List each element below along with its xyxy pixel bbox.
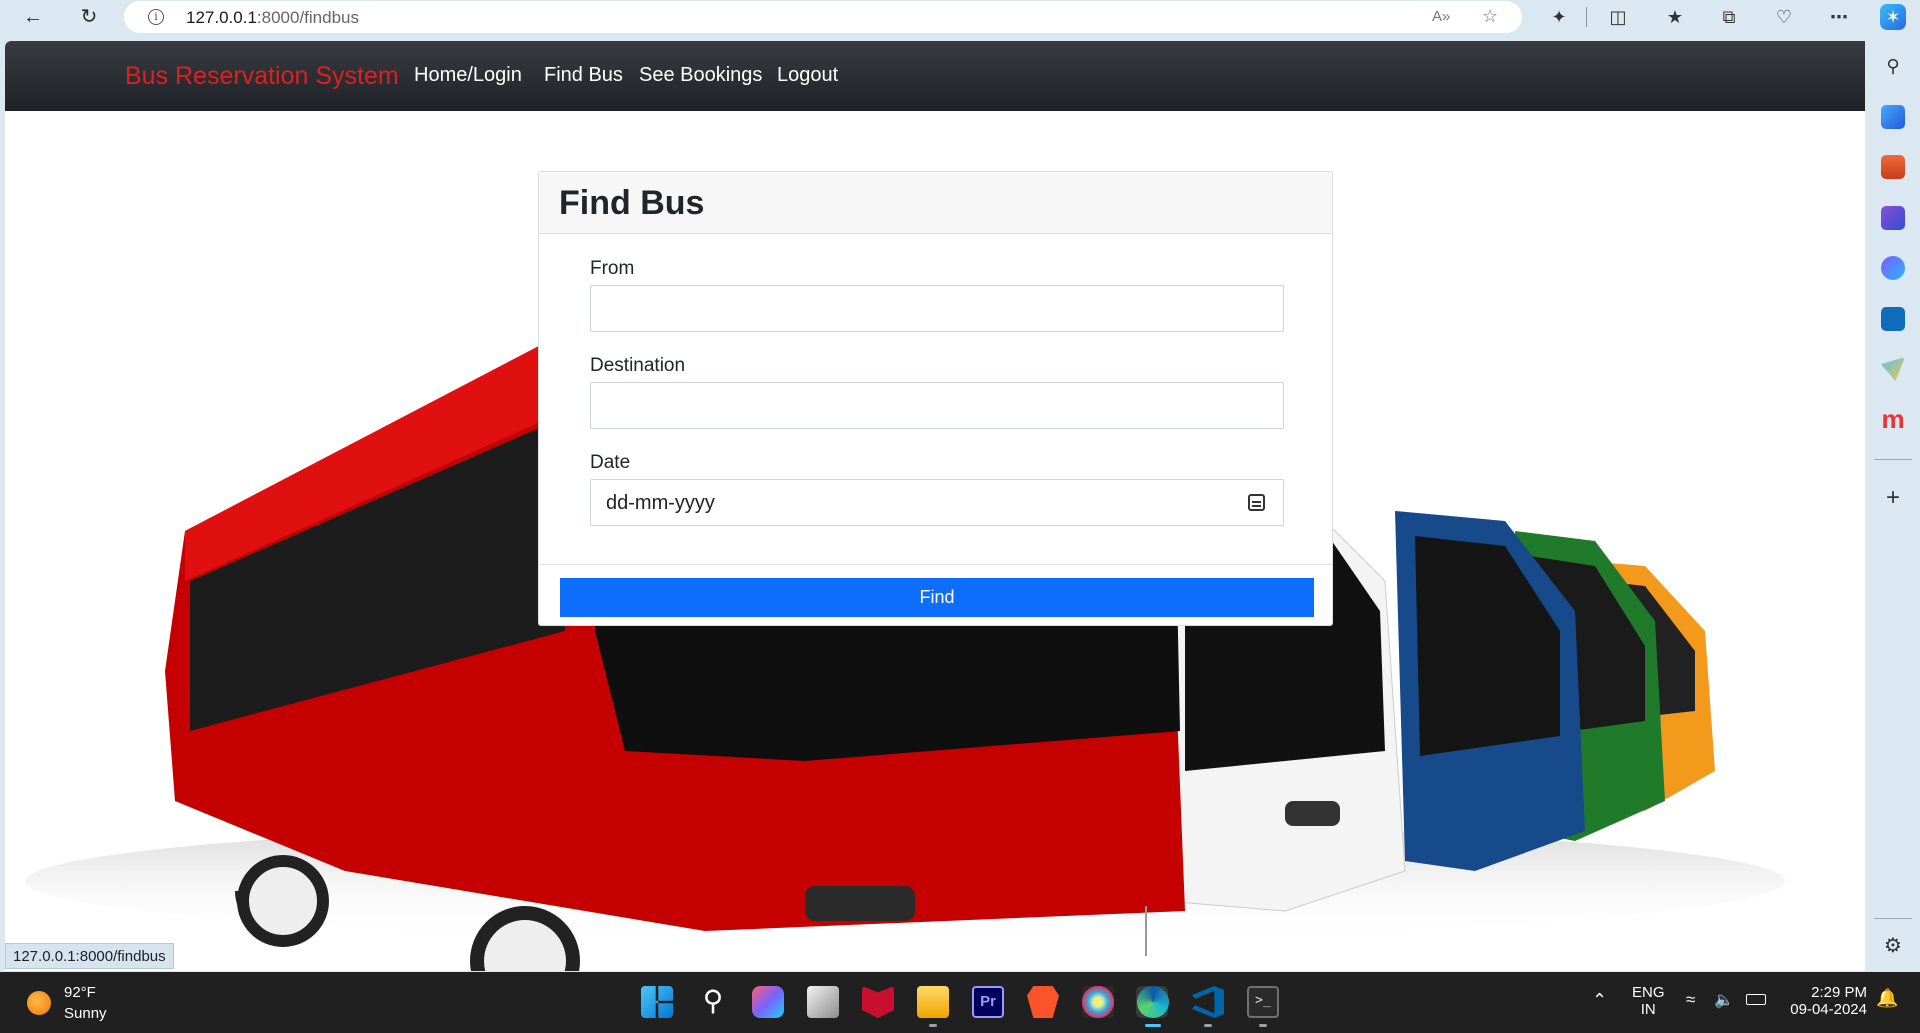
notification-bell-icon[interactable]: 🔔 [1876,988,1898,1009]
shopping-tag-icon[interactable] [1881,105,1905,129]
nav-logout[interactable]: Logout [777,64,838,87]
browser-essentials-icon[interactable]: ♡ [1771,4,1797,30]
mcafee-shield-icon[interactable] [862,986,894,1018]
wifi-icon[interactable]: ≈ [1686,990,1695,1010]
task-view-icon[interactable] [807,986,839,1018]
calendar-icon[interactable] [1248,494,1265,511]
edge-sidebar: ⚲ m + ⚙ [1866,34,1920,972]
nav-see-bookings[interactable]: See Bookings [639,64,762,87]
destination-label: Destination [590,355,686,376]
back-icon[interactable]: ← [20,4,46,30]
toolbar-divider [1586,7,1587,27]
sidebar-divider-bottom [1874,918,1912,919]
outlook-icon[interactable] [1881,307,1905,331]
date-label: Date [590,452,631,473]
tools-toolbox-icon[interactable] [1881,155,1905,179]
running-indicator [1204,1024,1212,1027]
mcafee-m-icon[interactable]: m [1881,406,1905,432]
weather-sun-icon[interactable] [27,991,51,1015]
vscode-icon[interactable] [1192,986,1224,1018]
nav-find-bus[interactable]: Find Bus [544,64,623,87]
start-windows-icon[interactable] [641,986,673,1018]
show-hidden-icons-chevron-icon[interactable]: ⌃ [1592,990,1607,1011]
address-bar[interactable]: i 127.0.0.1:8000/findbus A» ☆ [124,1,1522,33]
collections-icon[interactable]: ⧉ [1716,4,1742,30]
more-options-icon[interactable]: ⋯ [1826,4,1852,30]
split-screen-icon[interactable]: ◫ [1605,4,1631,30]
clock[interactable]: 2:29 PM 09-04-2024 [1781,984,1867,1018]
browser-toolbar: ← ↻ i 127.0.0.1:8000/findbus A» ☆ ✦ ◫ ★ … [0,0,1920,34]
battery-icon[interactable] [1746,994,1766,1005]
sidebar-settings-gear-icon[interactable]: ⚙ [1881,934,1905,958]
language-indicator[interactable]: ENG IN [1632,984,1665,1018]
favorite-star-icon[interactable]: ☆ [1482,6,1498,27]
extensions-icon[interactable]: ✦ [1546,4,1572,30]
card-footer-divider [539,564,1332,565]
edge-browser-icon[interactable] [1137,986,1169,1018]
active-indicator [1145,1024,1161,1027]
terminal-icon[interactable]: >_ [1247,986,1279,1018]
running-indicator [1259,1024,1267,1027]
volume-icon[interactable]: 🔈 [1714,990,1734,1010]
microsoft365-icon[interactable] [1881,256,1905,280]
card-header: Find Bus [539,172,1332,234]
copilot-pre-icon[interactable] [752,986,784,1018]
weather-temperature[interactable]: 92°F [64,984,96,1001]
favorites-icon[interactable]: ★ [1662,4,1688,30]
search-icon[interactable]: ⚲ [1881,54,1905,78]
windows-taskbar: 92°F Sunny ⚲ Pr >_ ⌃ ENG IN ≈ 🔈 2:29 PM … [0,972,1920,1033]
clock-time: 2:29 PM [1811,984,1867,1001]
url-text[interactable]: 127.0.0.1:8000/findbus [186,8,359,28]
sidebar-divider [1874,459,1912,460]
date-placeholder: dd-mm-yyyy [606,492,715,514]
from-input[interactable] [590,285,1284,332]
refresh-icon[interactable]: ↻ [76,4,102,30]
nav-home-login[interactable]: Home/Login [414,64,522,87]
copilot-icon[interactable]: ✶ [1880,4,1906,30]
destination-input[interactable] [590,382,1284,429]
add-sidebar-app-icon[interactable]: + [1881,486,1905,510]
site-info-icon[interactable]: i [148,9,164,25]
from-label: From [590,258,635,279]
language-secondary: IN [1640,1001,1656,1018]
find-bus-card: Find Bus From Destination Date dd-mm-yyy… [538,171,1333,626]
status-bar-url: 127.0.0.1:8000/findbus [5,943,174,969]
find-button[interactable]: Find [560,578,1314,617]
date-input[interactable]: dd-mm-yyyy [590,479,1284,526]
clock-date: 09-04-2024 [1790,1001,1867,1018]
weather-condition[interactable]: Sunny [64,1005,107,1022]
brave-browser-icon[interactable] [1027,986,1059,1018]
running-indicator [929,1024,937,1027]
file-explorer-icon[interactable] [917,986,949,1018]
drop-send-icon[interactable] [1881,357,1905,381]
language-primary: ENG [1632,984,1665,1001]
taskbar-search-icon[interactable]: ⚲ [697,986,729,1018]
brand-title[interactable]: Bus Reservation System [125,62,399,91]
site-navbar: Bus Reservation System Home/Login Find B… [5,41,1865,111]
page-title: Find Bus [559,184,705,222]
premiere-pro-icon[interactable]: Pr [972,986,1004,1018]
read-aloud-icon[interactable]: A» [1432,8,1450,25]
web-page: Bus Reservation System Home/Login Find B… [5,41,1865,971]
games-icon[interactable] [1881,206,1905,230]
davinci-resolve-icon[interactable] [1082,986,1114,1018]
